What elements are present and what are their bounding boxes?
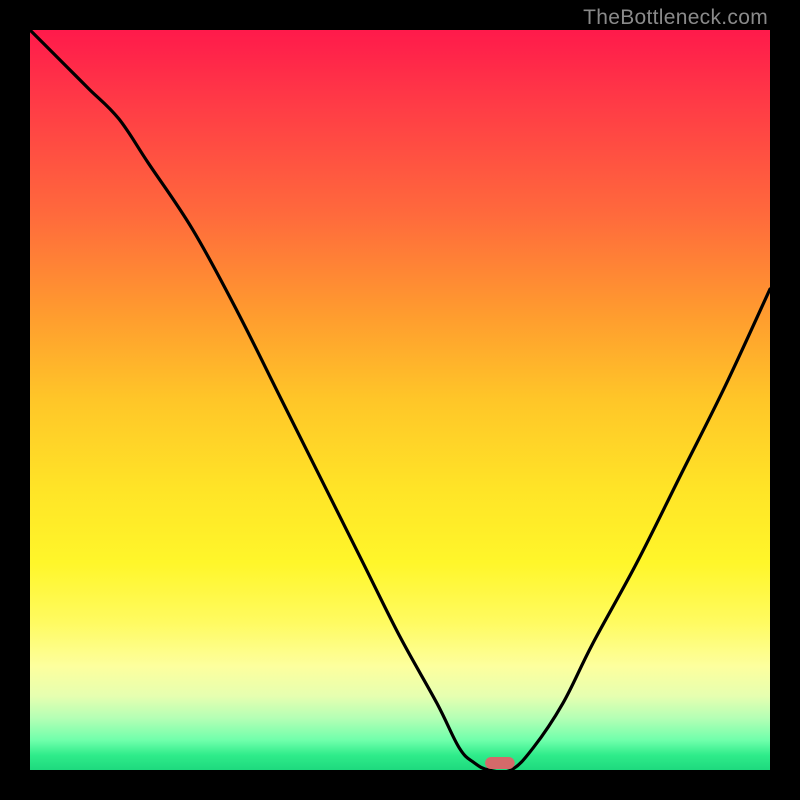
chart-overlay bbox=[30, 30, 770, 770]
chart-frame: TheBottleneck.com bbox=[0, 0, 800, 800]
plot-area bbox=[30, 30, 770, 770]
bottleneck-curve bbox=[30, 30, 770, 770]
minimum-marker bbox=[485, 757, 515, 769]
watermark-text: TheBottleneck.com bbox=[583, 6, 768, 30]
